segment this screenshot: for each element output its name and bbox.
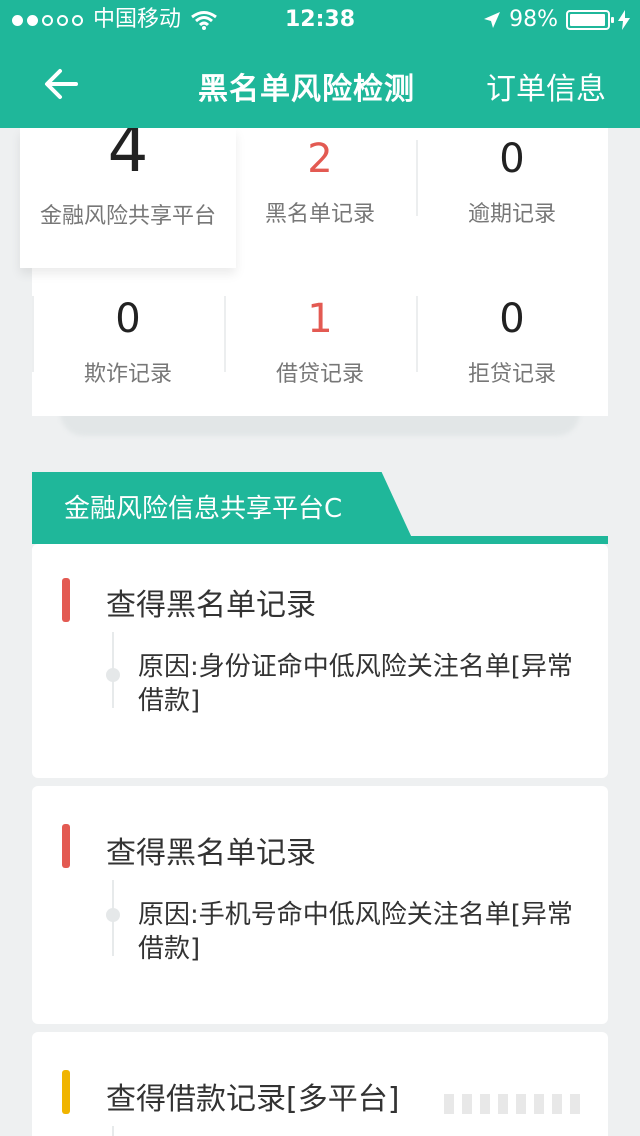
back-arrow-icon[interactable]	[40, 62, 84, 106]
record-indicator	[62, 1070, 70, 1114]
record-card[interactable]: 查得黑名单记录 原因:身份证命中低风险关注名单[异常借款]	[32, 544, 608, 778]
stat-label: 金融风险共享平台	[39, 204, 216, 229]
stat-label: 逾期记录	[467, 202, 556, 227]
record-card[interactable]: 查得黑名单记录 原因:手机号命中低风险关注名单[异常借款]	[32, 786, 608, 1024]
record-title: 查得黑名单记录	[106, 836, 316, 871]
stat-label: 欺诈记录	[83, 362, 172, 387]
order-info-button[interactable]: 订单信息	[486, 64, 606, 108]
screen: 中国移动 12:38 98% 黑名单风险检测 订单信息 4 金融风险共享平台 2…	[0, 0, 640, 1136]
nav-bar: 黑名单风险检测 订单信息	[0, 40, 640, 128]
status-right: 98%	[483, 0, 630, 40]
record-reason: 原因:手机号命中低风险关注名单[异常借款]	[138, 900, 573, 964]
stat-divider	[416, 296, 418, 372]
stat-label: 拒贷记录	[467, 362, 556, 387]
record-card[interactable]: 查得借款记录[多平台]	[32, 1032, 608, 1136]
section-underline	[32, 536, 608, 544]
watermark	[444, 1094, 584, 1114]
stat-value: 2	[307, 136, 333, 182]
timeline-dot	[106, 668, 120, 682]
section-header: 金融风险信息共享平台C	[32, 472, 608, 544]
stat-rejected[interactable]: 0 拒贷记录	[416, 294, 608, 388]
stat-value: 0	[115, 296, 141, 342]
stat-value: 0	[499, 296, 525, 342]
stat-divider	[32, 296, 34, 372]
page-title: 黑名单风险检测	[198, 72, 415, 107]
battery-icon	[566, 10, 614, 30]
section-title: 金融风险信息共享平台C	[64, 494, 343, 524]
battery-percent: 98%	[509, 7, 558, 32]
timeline-line	[112, 1126, 114, 1136]
stat-overdue[interactable]: 0 逾期记录	[416, 134, 608, 228]
charging-bolt-icon	[618, 10, 630, 30]
stat-loan[interactable]: 1 借贷记录	[224, 294, 416, 388]
stat-fraud[interactable]: 0 欺诈记录	[32, 294, 224, 388]
location-arrow-icon	[484, 12, 501, 28]
stat-value: 0	[499, 136, 525, 182]
top-bar: 中国移动 12:38 98% 黑名单风险检测 订单信息	[0, 0, 640, 128]
stat-platform[interactable]: 4 金融风险共享平台	[32, 118, 224, 230]
stat-divider	[416, 140, 418, 216]
record-indicator	[62, 578, 70, 622]
stat-label: 借贷记录	[275, 362, 364, 387]
status-bar: 中国移动 12:38 98%	[0, 0, 640, 40]
record-indicator	[62, 824, 70, 868]
stat-blacklist[interactable]: 2 黑名单记录	[224, 134, 416, 228]
stat-divider	[224, 296, 226, 372]
timeline-dot	[106, 908, 120, 922]
record-title: 查得黑名单记录	[106, 588, 316, 623]
stat-value: 1	[307, 296, 333, 342]
record-title: 查得借款记录[多平台]	[106, 1082, 400, 1117]
record-reason: 原因:身份证命中低风险关注名单[异常借款]	[138, 652, 573, 716]
stat-label: 黑名单记录	[264, 202, 375, 227]
